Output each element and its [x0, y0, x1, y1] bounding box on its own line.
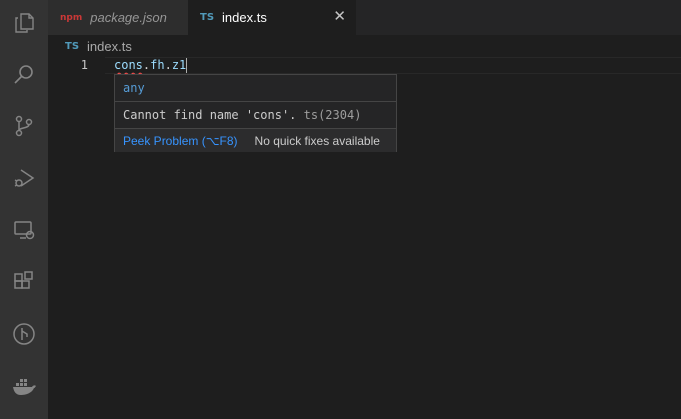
ts-file-icon: TS	[200, 12, 215, 23]
code-token-identifier: cons	[114, 58, 143, 72]
hover-actions: Peek Problem (⌥F8) No quick fixes availa…	[115, 128, 396, 152]
current-line-highlight	[105, 57, 681, 74]
tab-label: index.ts	[222, 10, 267, 25]
docker-icon[interactable]	[0, 366, 48, 406]
extensions-icon[interactable]	[0, 262, 48, 302]
code-token-property: fh	[150, 58, 165, 72]
ts-file-icon: TS	[65, 40, 80, 52]
tab-package-json[interactable]: npm package.json	[48, 0, 188, 35]
code-line[interactable]: cons.fh.z1	[114, 57, 188, 74]
error-message-text: Cannot find name 'cons'.	[123, 108, 297, 122]
code-token-property: z1	[171, 58, 187, 72]
remote-explorer-icon[interactable]	[0, 210, 48, 250]
activity-bar	[0, 0, 48, 419]
breadcrumb: TS index.ts	[48, 35, 681, 57]
source-control-icon[interactable]	[0, 106, 48, 146]
line-number: 1	[80, 58, 88, 72]
quick-fix-status: No quick fixes available	[254, 133, 380, 148]
tab-bar: npm package.json TS index.ts ✕	[48, 0, 681, 35]
hover-widget: any Cannot find name 'cons'. ts(2304) Pe…	[114, 74, 397, 152]
text-cursor	[186, 58, 188, 73]
close-icon[interactable]: ✕	[333, 9, 346, 25]
tab-label: package.json	[90, 10, 167, 25]
git-graph-icon[interactable]	[0, 314, 48, 354]
error-message: Cannot find name 'cons'. ts(2304)	[123, 108, 361, 122]
json-file-icon: npm	[60, 12, 83, 23]
tab-index-ts[interactable]: TS index.ts ✕	[188, 0, 356, 35]
search-icon[interactable]	[0, 54, 48, 94]
explorer-icon[interactable]	[0, 3, 48, 43]
divider	[115, 101, 396, 102]
hover-type: any	[123, 81, 145, 95]
error-code: ts(2304)	[303, 108, 362, 122]
peek-problem-link[interactable]: Peek Problem (⌥F8)	[123, 134, 238, 148]
code-token-dot: .	[164, 58, 172, 72]
breadcrumb-file[interactable]: index.ts	[87, 39, 132, 54]
run-debug-icon[interactable]	[0, 158, 48, 198]
